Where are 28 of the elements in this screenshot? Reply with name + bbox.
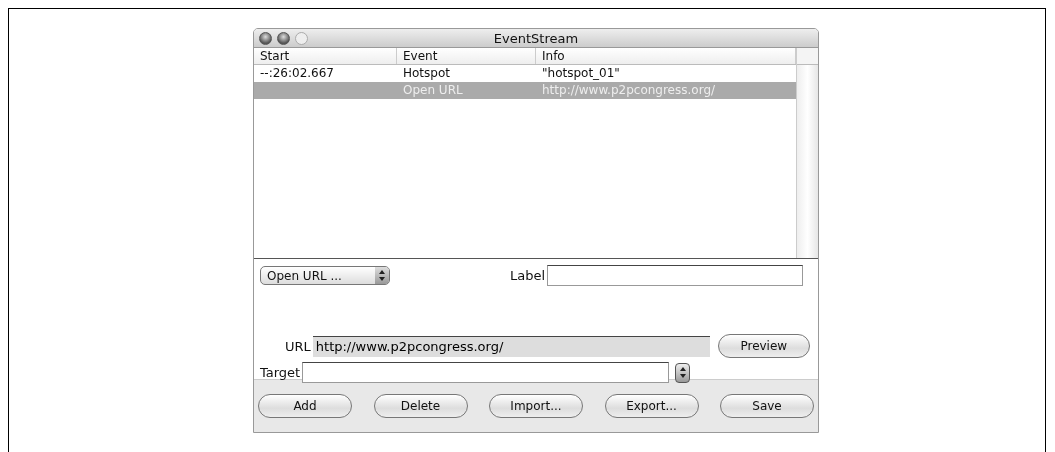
table-cell-text: Open URL bbox=[402, 82, 464, 99]
table-row[interactable]: --:26:02.667 Hotspot "hotspot_01" bbox=[254, 65, 796, 82]
preview-button[interactable]: Preview bbox=[717, 334, 810, 358]
action-button[interactable]: Delete bbox=[373, 394, 468, 418]
event-type-dropdown[interactable]: Open URL ... bbox=[260, 266, 390, 285]
action-button[interactable]: Import... bbox=[489, 394, 583, 418]
table-cell-text: http://www.p2pcongress.org/ bbox=[541, 82, 717, 99]
label-field[interactable] bbox=[547, 265, 804, 286]
table-cell-text: --:26:02.667 bbox=[259, 65, 335, 82]
minimize-button[interactable] bbox=[277, 31, 290, 45]
column-header[interactable]: Start bbox=[254, 48, 397, 64]
url-field[interactable]: http://www.p2pcongress.org/ bbox=[312, 335, 710, 357]
column-header[interactable]: Event bbox=[397, 48, 536, 64]
target-field[interactable] bbox=[302, 362, 670, 383]
stepper-arrows-icon bbox=[679, 367, 686, 378]
stepper-arrows-icon bbox=[379, 270, 385, 281]
action-button[interactable]: Save bbox=[720, 394, 814, 418]
action-button[interactable]: Add bbox=[258, 394, 352, 418]
label-label: Label bbox=[510, 268, 546, 283]
table-cell-text: "hotspot_01" bbox=[541, 65, 621, 82]
scrollbar[interactable] bbox=[796, 48, 818, 258]
table-cell-text: Hotspot bbox=[402, 65, 451, 82]
window-title: EventStream bbox=[493, 30, 579, 46]
url-label: URL bbox=[285, 338, 311, 354]
target-label: Target bbox=[260, 365, 301, 380]
action-button[interactable]: Export... bbox=[604, 394, 699, 418]
target-stepper[interactable] bbox=[675, 362, 691, 383]
close-button[interactable] bbox=[259, 31, 272, 45]
